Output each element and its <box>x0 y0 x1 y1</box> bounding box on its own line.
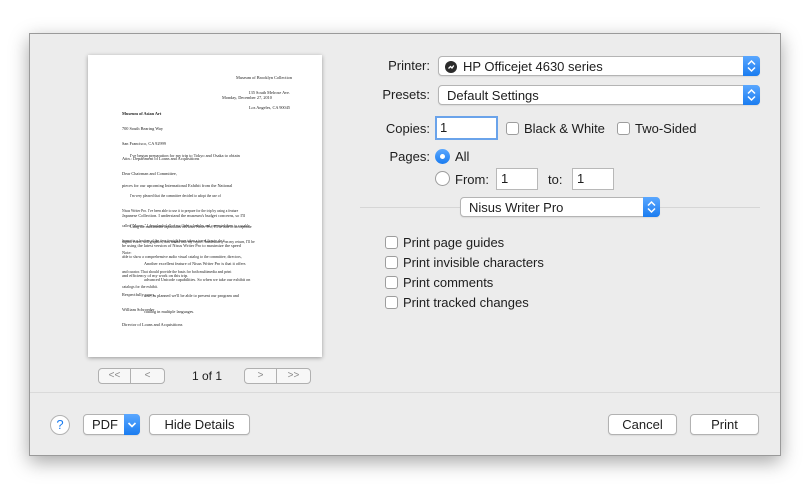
print-page-guides-label: Print page guides <box>403 235 505 250</box>
presets-popup[interactable]: Default Settings <box>438 85 760 105</box>
hide-details-button[interactable]: Hide Details <box>149 414 250 435</box>
presets-label: Presets: <box>382 87 430 102</box>
help-button[interactable]: ? <box>50 415 70 435</box>
print-tracked-changes-label: Print tracked changes <box>403 295 529 310</box>
printer-status-icon <box>445 61 457 73</box>
preview-text: I'm very pleased that the committee deci… <box>130 194 221 198</box>
print-tracked-changes-checkbox[interactable] <box>385 296 398 309</box>
print-comments-label: Print comments <box>403 275 494 290</box>
chevron-down-icon <box>124 414 140 435</box>
previous-page-button[interactable]: < <box>130 368 165 384</box>
black-white-label: Black & White <box>524 121 605 136</box>
preview-date: Monday, December 27, 2010 <box>222 95 272 100</box>
preview-text: Using the multimedia capabilities of Nis… <box>130 225 252 229</box>
preview-text: I've begun preparation for my trip to To… <box>130 153 240 158</box>
two-sided-label: Two-Sided <box>635 121 697 136</box>
last-page-icon: >> <box>287 370 300 381</box>
black-white-checkbox[interactable] <box>506 122 519 135</box>
copies-label: Copies: <box>385 121 430 136</box>
two-sided-checkbox[interactable] <box>617 122 630 135</box>
pdf-menu-button[interactable]: PDF <box>83 414 140 435</box>
print-comments-checkbox[interactable] <box>385 276 398 289</box>
page-indicator: 1 of 1 <box>191 369 223 383</box>
presets-value: Default Settings <box>447 88 539 103</box>
panel-popup[interactable]: Nisus Writer Pro <box>460 197 660 217</box>
preview-text: Another excellent feature of Nisus Write… <box>144 260 246 266</box>
preview-text: Respectfully yours, <box>122 292 156 297</box>
print-page-guides-checkbox[interactable] <box>385 236 398 249</box>
print-button[interactable]: Print <box>690 414 759 435</box>
last-page-button[interactable]: >> <box>276 368 311 384</box>
pages-all-radio[interactable] <box>435 149 450 164</box>
first-page-icon: << <box>108 370 121 381</box>
first-page-button[interactable]: << <box>98 368 131 384</box>
preview-text: digital video, still graphics, and sound… <box>122 240 255 244</box>
preview-text: Museum of Brooklyn Collection <box>236 75 292 80</box>
preview-text: Nisus Writer Pro. I've been able to use … <box>122 209 239 213</box>
pages-to-label: to: <box>548 172 563 187</box>
panel-popup-value: Nisus Writer Pro <box>469 200 564 215</box>
preview-text: Los Angeles, CA 90045 <box>248 105 290 110</box>
page-preview: Museum of Brooklyn Collection 135 South … <box>88 55 322 357</box>
previous-page-icon: < <box>144 370 151 381</box>
preview-text: William Schroeder <box>122 307 155 312</box>
printer-value: HP Officejet 4630 series <box>463 59 603 74</box>
next-page-button[interactable]: > <box>244 368 277 384</box>
preview-closing: Respectfully yours, William Schroeder Di… <box>122 282 182 337</box>
presets-stepper-icon <box>743 85 760 105</box>
print-invisible-characters-checkbox[interactable] <box>385 256 398 269</box>
pdf-label: PDF <box>92 417 118 432</box>
next-page-icon: > <box>257 370 264 381</box>
cancel-button[interactable]: Cancel <box>608 414 677 435</box>
pages-from-label: From: <box>455 172 489 187</box>
copies-field[interactable]: 1 <box>435 116 498 140</box>
print-invisible-characters-label: Print invisible characters <box>403 255 544 270</box>
printer-popup[interactable]: HP Officejet 4630 series <box>438 56 760 76</box>
pages-from-field[interactable]: 1 <box>496 168 538 190</box>
print-dialog: Museum of Brooklyn Collection 135 South … <box>29 33 781 456</box>
preview-sender-address: Museum of Brooklyn Collection 135 South … <box>236 65 292 120</box>
printer-stepper-icon <box>743 56 760 76</box>
footer-separator <box>30 392 780 393</box>
preview-text: Director of Loans and Acquisitions <box>122 322 183 327</box>
printer-label: Printer: <box>388 58 430 73</box>
preview-text: Museum of Asian Art <box>122 111 162 116</box>
pages-to-field[interactable]: 1 <box>572 168 614 190</box>
panel-stepper-icon <box>643 197 660 217</box>
pages-range-radio[interactable] <box>435 171 450 186</box>
pages-label: Pages: <box>389 149 430 164</box>
pages-all-label: All <box>455 149 470 164</box>
preview-note-label: Note: <box>122 250 132 255</box>
